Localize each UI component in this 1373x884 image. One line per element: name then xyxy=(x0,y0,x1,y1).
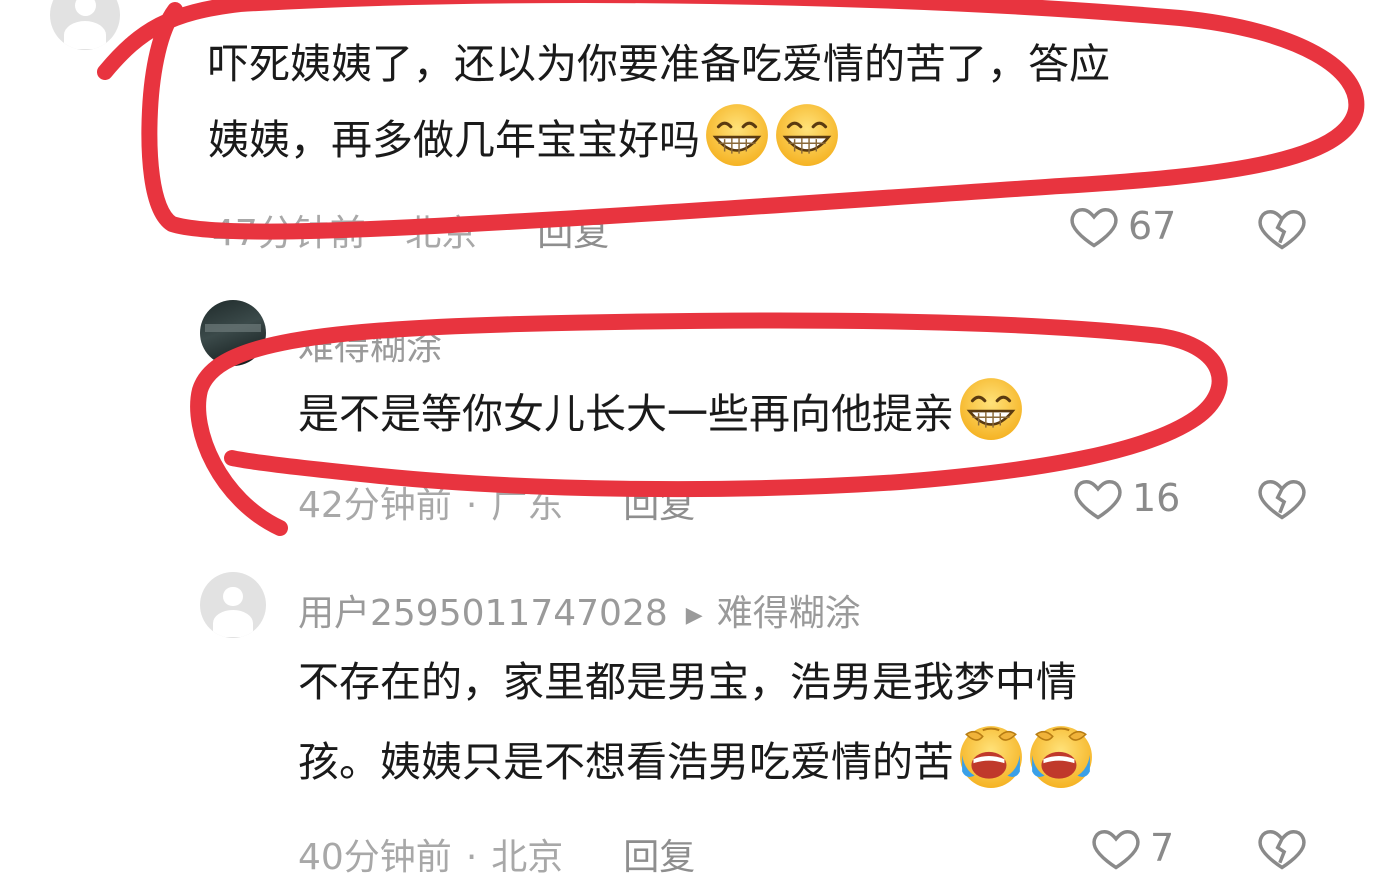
dislike-button[interactable] xyxy=(1256,472,1308,524)
comment-text: 是不是等你女儿长大一些再向他提亲 xyxy=(298,376,1024,452)
comment-text: 不存在的，家里都是男宝，浩男是我梦中情 xyxy=(298,658,1077,706)
comment-location: 北京 xyxy=(405,213,478,254)
like-button[interactable]: 7 xyxy=(1090,822,1174,874)
reply-to-username[interactable]: 难得糊涂 xyxy=(717,593,861,634)
dislike-button[interactable] xyxy=(1256,202,1308,254)
comment-location: 北京 xyxy=(491,837,564,878)
reply-button[interactable]: 回复 xyxy=(623,837,695,878)
comment-text: 吓死姨姨了，还以为你要准备吃爱情的苦了，答应 xyxy=(208,40,1110,88)
comment-time: 47分钟前 xyxy=(212,213,366,254)
username-line: 用户2595011747028 ▶ 难得糊涂 xyxy=(298,584,861,636)
grin-emoji xyxy=(774,102,840,168)
like-button[interactable]: 16 xyxy=(1072,472,1180,524)
reply-arrow-icon: ▶ xyxy=(685,602,703,628)
laugh-cry-emoji xyxy=(1028,724,1094,790)
heart-icon xyxy=(1092,830,1140,870)
comment-time: 42分钟前 xyxy=(298,485,452,526)
comment-meta: 47分钟前 · 北京 回复 xyxy=(212,213,610,254)
like-button[interactable]: 67 xyxy=(1068,200,1176,252)
avatar[interactable] xyxy=(200,300,266,366)
dislike-button[interactable] xyxy=(1256,822,1308,874)
like-count: 16 xyxy=(1132,476,1181,520)
heart-icon xyxy=(1074,480,1122,520)
grin-emoji xyxy=(704,102,770,168)
comment-location: 广东 xyxy=(491,485,564,526)
avatar[interactable] xyxy=(200,572,266,638)
laugh-cry-emoji xyxy=(958,724,1024,790)
username[interactable]: 用户2595011747028 xyxy=(298,593,668,634)
comment-text: 姨姨，再多做几年宝宝好吗 xyxy=(208,102,840,178)
username[interactable]: 难得糊涂 xyxy=(298,318,442,370)
comment-text: 孩。姨姨只是不想看浩男吃爱情的苦 xyxy=(298,724,1094,800)
reply-button[interactable]: 回复 xyxy=(623,485,695,526)
avatar[interactable] xyxy=(50,0,120,50)
grin-emoji xyxy=(958,376,1024,442)
comment-meta: 40分钟前 · 北京 回复 xyxy=(298,837,696,878)
heart-icon xyxy=(1070,208,1118,248)
comment-time: 40分钟前 xyxy=(298,837,452,878)
reply-button[interactable]: 回复 xyxy=(537,213,609,254)
like-count: 67 xyxy=(1128,204,1177,248)
like-count: 7 xyxy=(1150,826,1175,870)
comment-meta: 42分钟前 · 广东 回复 xyxy=(298,485,696,526)
